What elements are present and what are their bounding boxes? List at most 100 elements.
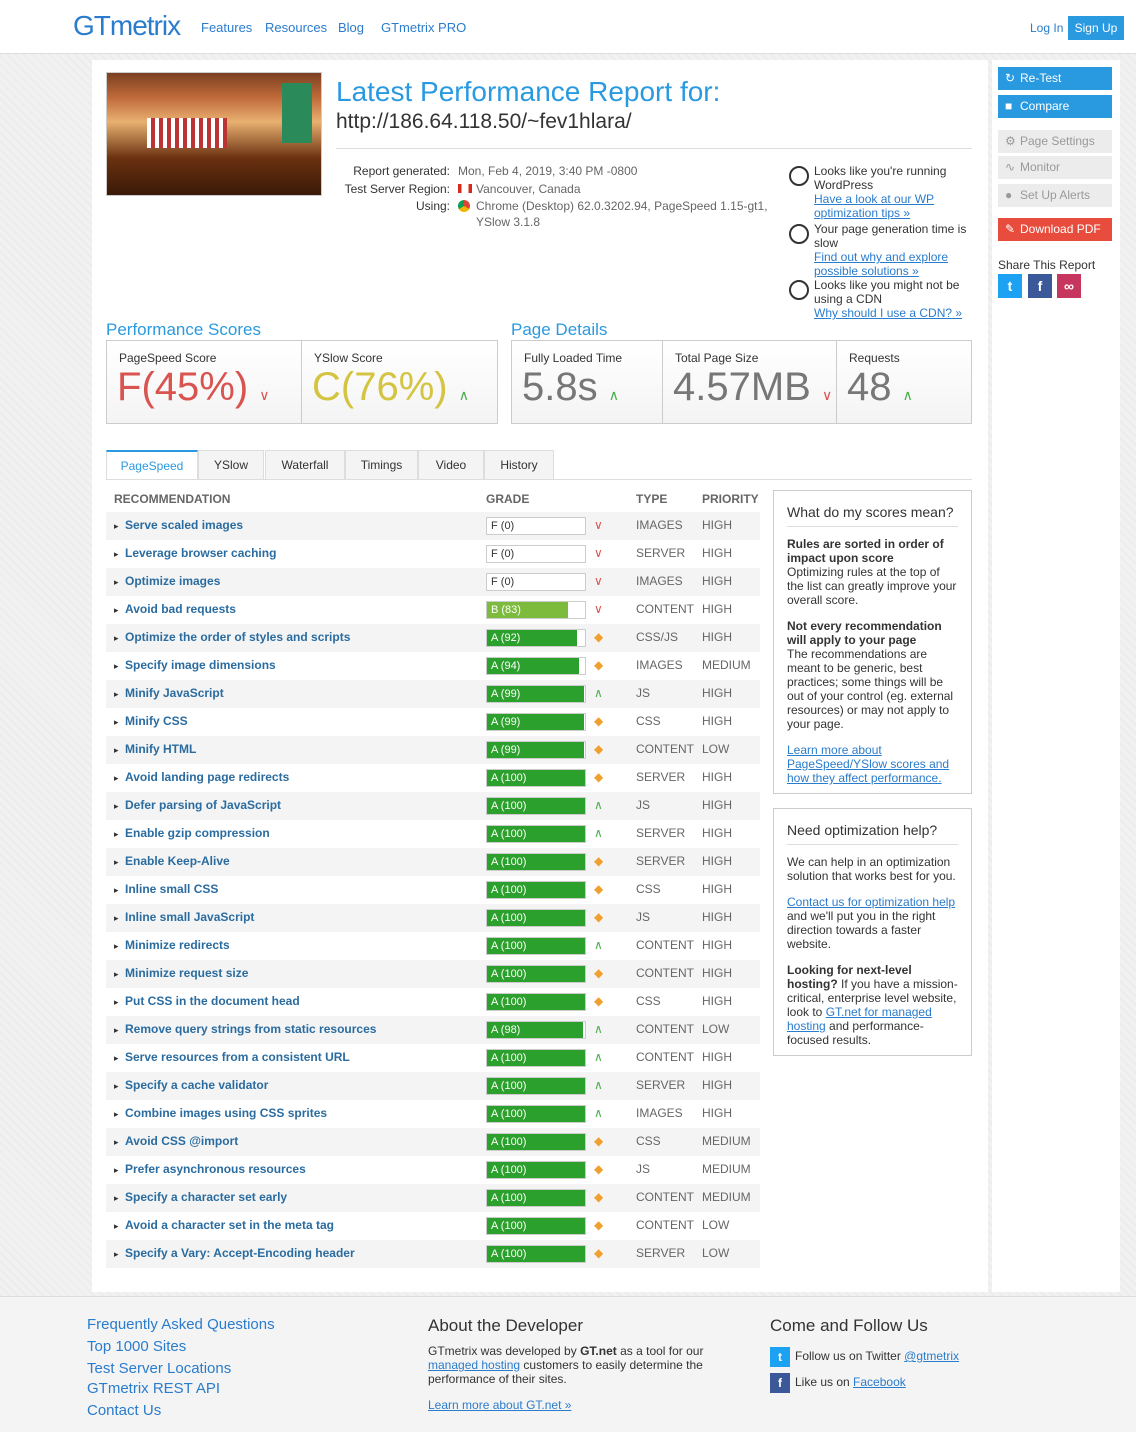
footer-faq-link[interactable]: Frequently Asked Questions xyxy=(87,1316,275,1333)
bullet-icon: ▸ xyxy=(114,1249,119,1259)
footer-contact-link[interactable]: Contact Us xyxy=(87,1402,161,1419)
tab-yslow[interactable]: YSlow xyxy=(198,450,264,479)
table-row[interactable]: ▸ Specify a character set early A (100) ◆ CO… xyxy=(106,1184,760,1212)
recommendation-name[interactable]: Minify HTML xyxy=(125,742,196,756)
recommendation-name[interactable]: Combine images using CSS sprites xyxy=(125,1106,327,1120)
footer-top-sites-link[interactable]: Top 1000 Sites xyxy=(87,1338,186,1355)
nav-features[interactable]: Features xyxy=(201,20,252,35)
recommendation-name[interactable]: Specify a character set early xyxy=(125,1190,287,1204)
table-row[interactable]: ▸ Specify a Vary: Accept-Encoding header A… xyxy=(106,1240,760,1268)
table-row[interactable]: ▸ Serve resources from a consistent URL A … xyxy=(106,1044,760,1072)
table-row[interactable]: ▸ Put CSS in the document head A (100) ◆ CSS… xyxy=(106,988,760,1016)
retest-button[interactable]: ↻ Re-Test xyxy=(998,67,1112,90)
recommendation-name[interactable]: Inline small JavaScript xyxy=(125,910,254,924)
table-row[interactable]: ▸ Prefer asynchronous resources A (100) ◆ JS… xyxy=(106,1156,760,1184)
login-link[interactable]: Log In xyxy=(1030,21,1063,35)
facebook-link[interactable]: Facebook xyxy=(853,1375,906,1389)
contact-optimization-link[interactable]: Contact us for optimization help xyxy=(787,895,955,909)
wp-tips-link[interactable]: Have a look at our WP optimization tips … xyxy=(788,192,973,220)
trend-up-icon: ∧ xyxy=(594,938,603,952)
tab-timings[interactable]: Timings xyxy=(345,450,418,479)
monitor-button[interactable]: ∿ Monitor xyxy=(998,156,1112,179)
table-row[interactable]: ▸ Minify JavaScript A (99) ∧ JS HIGH xyxy=(106,680,760,708)
footer-api-link[interactable]: GTmetrix REST API xyxy=(87,1380,220,1397)
nav-resources[interactable]: Resources xyxy=(265,20,327,35)
recommendation-name[interactable]: Inline small CSS xyxy=(125,882,218,896)
footer-locations-link[interactable]: Test Server Locations xyxy=(87,1360,231,1377)
pagespeed-score-cell[interactable]: PageSpeed Score F(45%) ∨ xyxy=(107,341,302,423)
tip-generation-time: Your page generation time is slow Find o… xyxy=(788,222,973,278)
table-row[interactable]: ▸ Combine images using CSS sprites A (100)… xyxy=(106,1100,760,1128)
download-pdf-button[interactable]: ✎ Download PDF xyxy=(998,218,1112,241)
table-row[interactable]: ▸ Inline small CSS A (100) ◆ CSS HIGH xyxy=(106,876,760,904)
grade-bar: F (0) xyxy=(486,517,586,535)
twitter-handle-link[interactable]: @gtmetrix xyxy=(904,1349,959,1363)
facebook-share-icon[interactable]: f xyxy=(1028,274,1052,298)
generation-time-link[interactable]: Find out why and explore possible soluti… xyxy=(788,250,973,278)
recommendation-name[interactable]: Serve scaled images xyxy=(125,518,243,532)
table-row[interactable]: ▸ Minimize request size A (100) ◆ CONTENT HIG… xyxy=(106,960,760,988)
learn-more-scores-link[interactable]: Learn more about PageSpeed/YSlow scores … xyxy=(787,743,949,785)
recommendation-name[interactable]: Specify image dimensions xyxy=(125,658,276,672)
page-settings-button[interactable]: ⚙ Page Settings xyxy=(998,130,1112,153)
table-row[interactable]: ▸ Inline small JavaScript A (100) ◆ JS HIGH xyxy=(106,904,760,932)
recommendation-name[interactable]: Defer parsing of JavaScript xyxy=(125,798,281,812)
recommendation-name[interactable]: Put CSS in the document head xyxy=(125,994,300,1008)
table-row[interactable]: ▸ Enable gzip compression A (100) ∧ SERVER HI… xyxy=(106,820,760,848)
recommendation-name[interactable]: Avoid bad requests xyxy=(125,602,236,616)
recommendation-name[interactable]: Optimize the order of styles and scripts xyxy=(125,630,350,644)
twitter-icon[interactable]: t xyxy=(770,1347,790,1367)
recommendation-name[interactable]: Enable Keep-Alive xyxy=(125,854,230,868)
recommendation-name[interactable]: Specify a cache validator xyxy=(125,1078,268,1092)
nav-gtmetrix-pro[interactable]: GTmetrix PRO xyxy=(381,20,466,35)
table-row[interactable]: ▸ Minify HTML A (99) ◆ CONTENT LOW xyxy=(106,736,760,764)
recommendation-name[interactable]: Specify a Vary: Accept-Encoding header xyxy=(125,1246,355,1260)
recommendation-name[interactable]: Avoid CSS @import xyxy=(125,1134,238,1148)
yslow-score-cell[interactable]: YSlow Score C(76%) ∧ xyxy=(302,341,497,423)
table-row[interactable]: ▸ Minimize redirects A (100) ∧ CONTENT HIGH xyxy=(106,932,760,960)
recommendation-name[interactable]: Serve resources from a consistent URL xyxy=(125,1050,350,1064)
recommendation-name[interactable]: Optimize images xyxy=(125,574,220,588)
recommendation-name[interactable]: Minimize redirects xyxy=(125,938,230,952)
facebook-icon[interactable]: f xyxy=(770,1373,790,1393)
recommendation-name[interactable]: Remove query strings from static resourc… xyxy=(125,1022,376,1036)
recommendation-name[interactable]: Minimize request size xyxy=(125,966,248,980)
table-row[interactable]: ▸ Optimize the order of styles and script… xyxy=(106,624,760,652)
table-row[interactable]: ▸ Specify a cache validator A (100) ∧ SERVER… xyxy=(106,1072,760,1100)
col-grade: GRADE xyxy=(486,492,530,506)
gtmetrix-logo[interactable]: GTmetrix xyxy=(73,10,181,42)
cdn-link[interactable]: Why should I use a CDN? » xyxy=(788,306,973,320)
nav-blog[interactable]: Blog xyxy=(338,20,364,35)
recommendation-name[interactable]: Avoid a character set in the meta tag xyxy=(125,1218,334,1232)
compare-button[interactable]: ■ Compare xyxy=(998,95,1112,118)
table-row[interactable]: ▸ Specify image dimensions A (94) ◆ IMAGES ME… xyxy=(106,652,760,680)
recommendation-name[interactable]: Minify JavaScript xyxy=(125,686,224,700)
table-row[interactable]: ▸ Leverage browser caching F (0) ∨ SERVER HIG… xyxy=(106,540,760,568)
setup-alerts-button[interactable]: ● Set Up Alerts xyxy=(998,184,1112,207)
tab-pagespeed[interactable]: PageSpeed xyxy=(106,450,198,480)
recommendation-name[interactable]: Avoid landing page redirects xyxy=(125,770,289,784)
table-row[interactable]: ▸ Defer parsing of JavaScript A (100) ∧ JS HI… xyxy=(106,792,760,820)
recommendation-name[interactable]: Enable gzip compression xyxy=(125,826,270,840)
table-row[interactable]: ▸ Avoid a character set in the meta tag A … xyxy=(106,1212,760,1240)
recommendation-name[interactable]: Leverage browser caching xyxy=(125,546,276,560)
table-row[interactable]: ▸ Serve scaled images F (0) ∨ IMAGES HIGH xyxy=(106,512,760,540)
learn-more-gtnet-link[interactable]: Learn more about GT.net » xyxy=(428,1398,571,1412)
tab-video[interactable]: Video xyxy=(418,450,484,479)
signup-button[interactable]: Sign Up xyxy=(1068,16,1124,40)
table-row[interactable]: ▸ Avoid bad requests B (83) ∨ CONTENT HIGH xyxy=(106,596,760,624)
table-row[interactable]: ▸ Minify CSS A (99) ◆ CSS HIGH xyxy=(106,708,760,736)
table-row[interactable]: ▸ Enable Keep-Alive A (100) ◆ SERVER HIGH xyxy=(106,848,760,876)
tab-waterfall[interactable]: Waterfall xyxy=(265,450,345,479)
table-row[interactable]: ▸ Avoid CSS @import A (100) ◆ CSS MEDIUM xyxy=(106,1128,760,1156)
managed-hosting-link[interactable]: managed hosting xyxy=(428,1358,520,1372)
table-row[interactable]: ▸ Avoid landing page redirects A (100) ◆ SER… xyxy=(106,764,760,792)
table-row[interactable]: ▸ Optimize images F (0) ∨ IMAGES HIGH xyxy=(106,568,760,596)
recommendation-name[interactable]: Prefer asynchronous resources xyxy=(125,1162,306,1176)
recommendation-name[interactable]: Minify CSS xyxy=(125,714,188,728)
bullet-icon: ▸ xyxy=(114,521,119,531)
twitter-share-icon[interactable]: t xyxy=(998,274,1022,298)
tab-history[interactable]: History xyxy=(484,450,554,479)
table-row[interactable]: ▸ Remove query strings from static resour… xyxy=(106,1016,760,1044)
link-share-icon[interactable]: ∞ xyxy=(1057,274,1081,298)
